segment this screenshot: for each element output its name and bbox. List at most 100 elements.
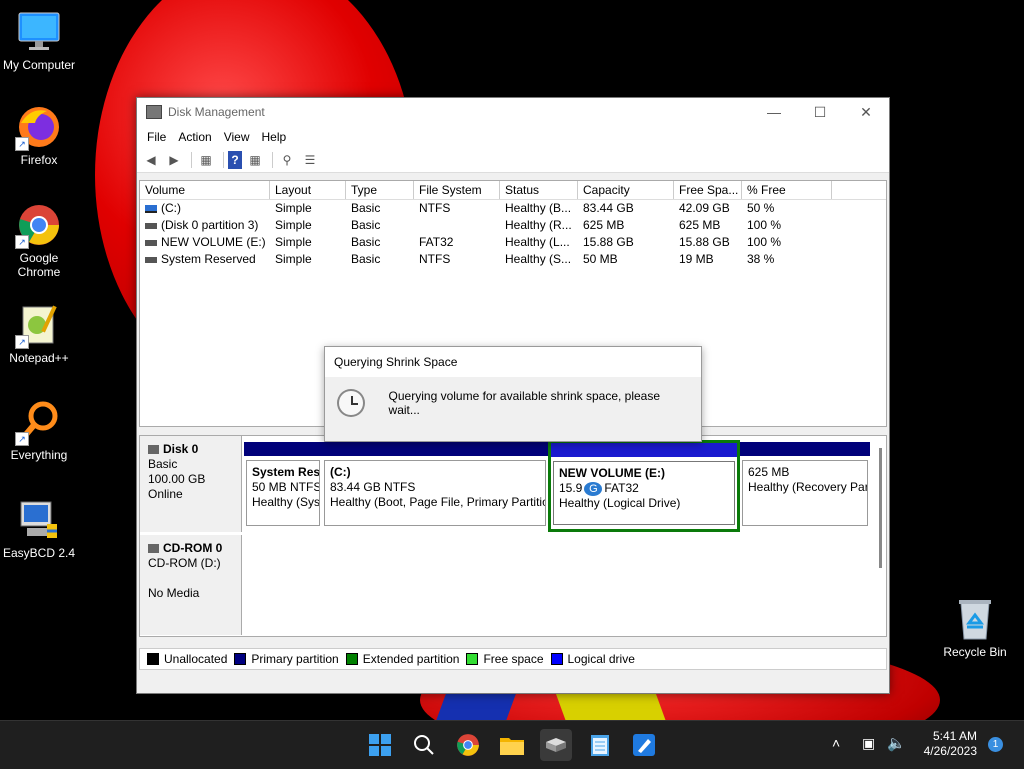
chevron-up-icon[interactable]: ˄ [832,735,840,751]
partition-detail: 15.9 [559,481,583,495]
desktop-icon-label: Notepad++ [9,351,69,365]
volume-free-space: 42.09 GB [679,201,730,215]
volume-file-system: FAT32 [419,235,454,249]
clock-icon [337,389,365,417]
notepad-plus-plus-icon: ↗ [15,303,61,349]
busy-cursor-icon: G [584,481,603,496]
volume-icon [145,239,157,246]
notepad-icon [591,735,609,756]
column-header-status[interactable]: Status [500,181,578,199]
network-icon[interactable]: ▣ [862,735,875,752]
table-row[interactable]: (Disk 0 partition 3) Simple Basic Health… [140,217,886,234]
start-button[interactable] [364,729,396,761]
desktop-icon-my-computer[interactable]: My Computer [0,10,79,72]
taskbar: ˄ ▣ 🔈 5:41 AM 4/26/2023 1 [0,720,1024,769]
partition-c[interactable]: (C:) 83.44 GB NTFS Healthy (Boot, Page F… [322,442,548,530]
taskbar-paint[interactable] [628,729,660,761]
desktop-icon-google-chrome[interactable]: ↗ Google Chrome [0,203,79,279]
partition-bar [740,442,870,456]
partition-detail-fs: FAT32 [604,481,639,495]
partition-bar [244,442,322,456]
back-arrow-icon[interactable]: ◀ [141,151,161,169]
volume-capacity: 15.88 GB [583,235,634,249]
volume-free-space: 15.88 GB [679,235,730,249]
title-bar[interactable]: Disk Management — ☐ ✕ [137,98,889,126]
taskbar-notepad[interactable] [584,729,616,761]
toolbar: ◀ ▶ ▦ ? ▦ ⚲ ☰ [137,148,889,173]
partition-box: System Res 50 MB NTFS Healthy (Sys [246,460,320,526]
minimize-button[interactable]: — [751,98,797,126]
partition-new-volume-e[interactable]: NEW VOLUME (E:) 15.9 G FAT32 Healthy (Logi… [548,440,740,532]
column-header-free-space[interactable]: Free Spa... [674,181,742,199]
show-hide-console-tree-icon[interactable]: ▦ [196,151,216,169]
partition-system-reserved[interactable]: System Res 50 MB NTFS Healthy (Sys [244,442,322,530]
column-header-file-system[interactable]: File System [414,181,500,199]
maximize-button[interactable]: ☐ [797,98,843,126]
partition-status: Healthy (Sys [252,495,320,509]
disk-0-label[interactable]: Disk 0 Basic 100.00 GB Online [140,436,242,532]
windows-logo-icon [369,734,391,756]
list-view-icon[interactable]: ☰ [300,151,320,169]
partition-box: (C:) 83.44 GB NTFS Healthy (Boot, Page F… [324,460,546,526]
desktop-icon-firefox[interactable]: ↗ Firefox [0,105,79,167]
volume-file-system: NTFS [419,252,451,266]
recycle-bin-icon [953,597,997,641]
disk-state: Online [148,487,183,501]
menu-file[interactable]: File [141,130,172,144]
dialog-title[interactable]: Querying Shrink Space [325,347,701,377]
partition-disk0-partition-3[interactable]: 625 MB Healthy (Recovery Par [740,442,870,530]
clock[interactable]: 5:41 AM 4/26/2023 [921,729,977,759]
column-header-type[interactable]: Type [346,181,414,199]
clock-time: 5:41 AM [932,729,977,743]
properties-icon[interactable]: ▦ [245,151,265,169]
table-row[interactable]: (C:) Simple Basic NTFS Healthy (B... 83.… [140,200,886,217]
partition-name: (C:) [330,465,351,479]
taskbar-file-explorer[interactable] [496,729,528,761]
forward-arrow-icon[interactable]: ▶ [164,151,184,169]
volume-layout: Simple [275,235,312,249]
partition-status: Healthy (Recovery Par [748,480,868,494]
desktop-icon-everything[interactable]: ↗ Everything [0,400,79,462]
firefox-icon: ↗ [15,105,61,151]
volume-status: Healthy (B... [505,201,572,215]
search-button[interactable] [408,729,440,761]
notification-badge[interactable]: 1 [988,737,1003,752]
volume-name: (Disk 0 partition 3) [161,218,259,232]
disk-icon [148,445,159,455]
desktop-icon-recycle-bin[interactable]: Recycle Bin [935,597,1015,659]
volume-status: Healthy (L... [505,235,570,249]
column-header-percent-free[interactable]: % Free [742,181,832,199]
close-button[interactable]: ✕ [843,98,889,126]
volume-layout: Simple [275,218,312,232]
graphical-view-scrollbar[interactable] [879,448,882,568]
legend-label: Free space [483,652,544,666]
folder-icon [500,738,524,755]
disk-management-icon [546,738,566,752]
column-header-capacity[interactable]: Capacity [578,181,674,199]
menu-help[interactable]: Help [256,130,293,144]
desktop-icon-notepad-plus-plus[interactable]: ↗ Notepad++ [0,303,79,365]
table-row[interactable]: NEW VOLUME (E:) Simple Basic FAT32 Healt… [140,234,886,251]
chrome-icon: ↗ [15,203,61,249]
menu-action[interactable]: Action [172,130,217,144]
column-header-layout[interactable]: Layout [270,181,346,199]
desktop-icon-label: My Computer [2,58,76,72]
taskbar-disk-management[interactable] [540,729,572,761]
desktop-icon-easybcd[interactable]: EasyBCD 2.4 [0,498,79,560]
toolbar-separator [223,152,224,168]
help-icon[interactable]: ? [228,151,242,169]
disk-size: 100.00 GB [148,472,206,486]
volume-type: Basic [351,218,381,232]
volume-status: Healthy (S... [505,252,572,266]
disk-type: CD-ROM (D:) [148,556,221,570]
table-row[interactable]: System Reserved Simple Basic NTFS Health… [140,251,886,268]
toolbar-separator [191,152,192,168]
rescan-disks-icon[interactable]: ⚲ [277,151,297,169]
volume-icon[interactable]: 🔈 [887,734,906,752]
column-header-volume[interactable]: Volume [140,181,270,199]
menu-view[interactable]: View [218,130,256,144]
volume-status: Healthy (R... [505,218,572,232]
taskbar-chrome[interactable] [452,729,484,761]
shortcut-arrow-icon: ↗ [15,235,29,249]
cdrom-0-label[interactable]: CD-ROM 0 CD-ROM (D:) No Media [140,535,242,635]
